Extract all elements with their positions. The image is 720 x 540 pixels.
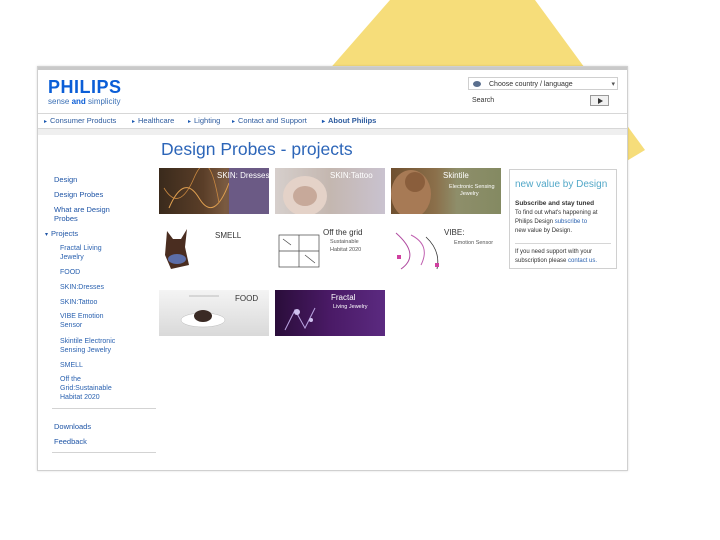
tile-label: SMELL [215, 231, 242, 240]
sidebar-divider [52, 408, 156, 409]
sub-line: Jewelry [60, 254, 84, 261]
sidebar-sub-smell[interactable]: SMELL [60, 361, 83, 370]
tile-label: FOOD [235, 294, 259, 303]
page-title: Design Probes - projects [161, 139, 353, 159]
tagline-and: and [71, 97, 86, 106]
sub-line: Sensor [60, 322, 83, 329]
nav-label: About Philips [328, 116, 377, 125]
webpage-screenshot: PHILIPS sense and simplicity Choose coun… [37, 66, 628, 471]
sidebar-item-downloads[interactable]: Downloads [54, 422, 91, 431]
sub-line: Fractal Living [60, 245, 102, 252]
tile-sublabel: Jewelry [460, 191, 479, 197]
nav-label: Contact and Support [238, 116, 307, 125]
sidebar-item-design-probes[interactable]: Design Probes [54, 190, 103, 199]
sidebar-sub-off-the-grid[interactable]: Off the Grid:Sustainable Habitat 2020 [60, 375, 112, 402]
nav-contact-support[interactable]: ▸ Contact and Support [232, 116, 307, 125]
tile-label: Skintile [443, 171, 469, 180]
tile-fractal[interactable]: Fractal Living Jewelry [275, 290, 385, 336]
contact-us-link[interactable]: contact us. [568, 258, 597, 264]
nav-label: Healthcare [138, 116, 175, 125]
header-gap [38, 129, 627, 135]
tile-label: Fractal [331, 293, 356, 302]
nav-healthcare[interactable]: ▸ Healthcare [132, 116, 174, 125]
sidebar-sub-skin-dresses[interactable]: SKIN:Dresses [60, 283, 104, 292]
sidebar-sub-food[interactable]: FOOD [60, 268, 80, 277]
tile-smell[interactable]: SMELL [159, 225, 269, 271]
search-label: Search [472, 97, 495, 104]
sidebar-sub-vibe[interactable]: VIBE Emotion Sensor [60, 312, 104, 330]
nav-label: Consumer Products [50, 116, 117, 125]
sidebar-item-projects[interactable]: ▾ Projects [45, 229, 78, 240]
tile-sublabel: Living Jewelry [333, 304, 368, 310]
country-select-label: Choose country / language [489, 81, 573, 88]
box-text-line: If you need support with your [515, 249, 593, 255]
tagline-prefix: sense [48, 97, 72, 106]
tile-label: Off the grid [323, 228, 363, 237]
sidebar-item-label: Projects [51, 229, 79, 238]
box-text-line: Philips Design subscribe to [515, 219, 587, 225]
arrow-icon: ▸ [188, 119, 192, 125]
sidebar-divider [52, 452, 156, 453]
tile-sublabel: Emotion Sensor [454, 240, 494, 246]
tile-skin-tattoo[interactable]: SKIN:Tattoo [275, 168, 385, 214]
tile-sublabel: Habitat 2020 [330, 247, 362, 253]
country-language-select[interactable]: Choose country / language ▾ [468, 77, 618, 90]
tagline-suffix: simplicity [85, 97, 121, 106]
nav-label: Lighting [194, 116, 221, 125]
sidebar-item-what-are-design-probes[interactable]: What are Design Probes [54, 205, 110, 223]
box-title: new value by Design [515, 179, 608, 190]
sub-line: VIBE Emotion [60, 313, 104, 320]
sidebar-item-feedback[interactable]: Feedback [54, 437, 87, 446]
sub-line: Off the [60, 376, 81, 383]
philips-logo[interactable]: PHILIPS [48, 77, 122, 98]
tile-sublabel: Sustainable [330, 239, 359, 245]
sub-line: Habitat 2020 [60, 394, 100, 401]
arrow-icon: ▸ [132, 119, 136, 125]
arrow-icon: ▸ [44, 119, 48, 125]
tile-vibe[interactable]: VIBE: Emotion Sensor [391, 225, 501, 271]
sidebar-sub-skintile[interactable]: Skintile Electronic Sensing Jewelry [60, 337, 115, 355]
new-value-by-design-box: new value by Design Subscribe and stay t… [509, 169, 617, 269]
main-navigation: ▸ Consumer Products ▸ Healthcare ▸ Lighting… [38, 113, 627, 129]
subscribe-link[interactable]: subscribe to [555, 219, 587, 225]
logo-text: PHILIPS [48, 77, 122, 97]
box-text-line: To find out what's happening at [515, 210, 598, 216]
arrow-icon: ▸ [322, 119, 326, 125]
box-text-part: Philips Design [515, 219, 555, 225]
nav-lighting[interactable]: ▸ Lighting [188, 116, 220, 125]
nav-about-philips[interactable]: ▸ About Philips [322, 116, 376, 125]
sub-line: Sensing Jewelry [60, 347, 111, 354]
chevron-down-icon: ▾ [611, 81, 615, 88]
box-divider [515, 243, 611, 244]
tile-label: SKIN:Tattoo [330, 171, 373, 180]
sidebar-item-line: Probes [54, 214, 78, 223]
tile-skintile[interactable]: Skintile Electronic Sensing Jewelry [391, 168, 501, 214]
tile-food[interactable]: FOOD [159, 290, 269, 336]
sidebar-sub-skin-tattoo[interactable]: SKIN:Tattoo [60, 298, 97, 307]
box-text-line: new value by Design. [515, 228, 573, 234]
triangle-down-icon: ▾ [45, 232, 49, 238]
tile-image [284, 307, 316, 331]
arrow-icon: ▸ [232, 119, 236, 125]
box-text-line: subscription please contact us. [515, 258, 597, 264]
tile-label: SKIN: Dresses [217, 171, 269, 180]
box-text-part: subscription please [515, 258, 569, 264]
tile-sublabel: Electronic Sensing [449, 184, 495, 190]
brand-tagline: sense and simplicity [48, 97, 120, 106]
sub-line: Skintile Electronic [60, 338, 116, 345]
subscribe-heading: Subscribe and stay tuned [515, 200, 595, 207]
search-go-button[interactable] [590, 95, 609, 106]
tile-image [165, 229, 189, 269]
top-strip [38, 67, 627, 70]
tile-off-the-grid[interactable]: Off the grid Sustainable Habitat 2020 [275, 225, 385, 271]
sidebar-sub-fractal[interactable]: Fractal Living Jewelry [60, 244, 102, 262]
search-input[interactable] [508, 95, 588, 105]
tile-label: VIBE: [444, 228, 465, 237]
sidebar-item-design[interactable]: Design [54, 175, 77, 184]
tile-skin-dresses[interactable]: SKIN: Dresses [159, 168, 269, 214]
globe-icon [473, 81, 481, 87]
sub-line: Grid:Sustainable [60, 385, 112, 392]
nav-consumer-products[interactable]: ▸ Consumer Products [44, 116, 116, 125]
sidebar-item-line: What are Design [54, 205, 110, 214]
